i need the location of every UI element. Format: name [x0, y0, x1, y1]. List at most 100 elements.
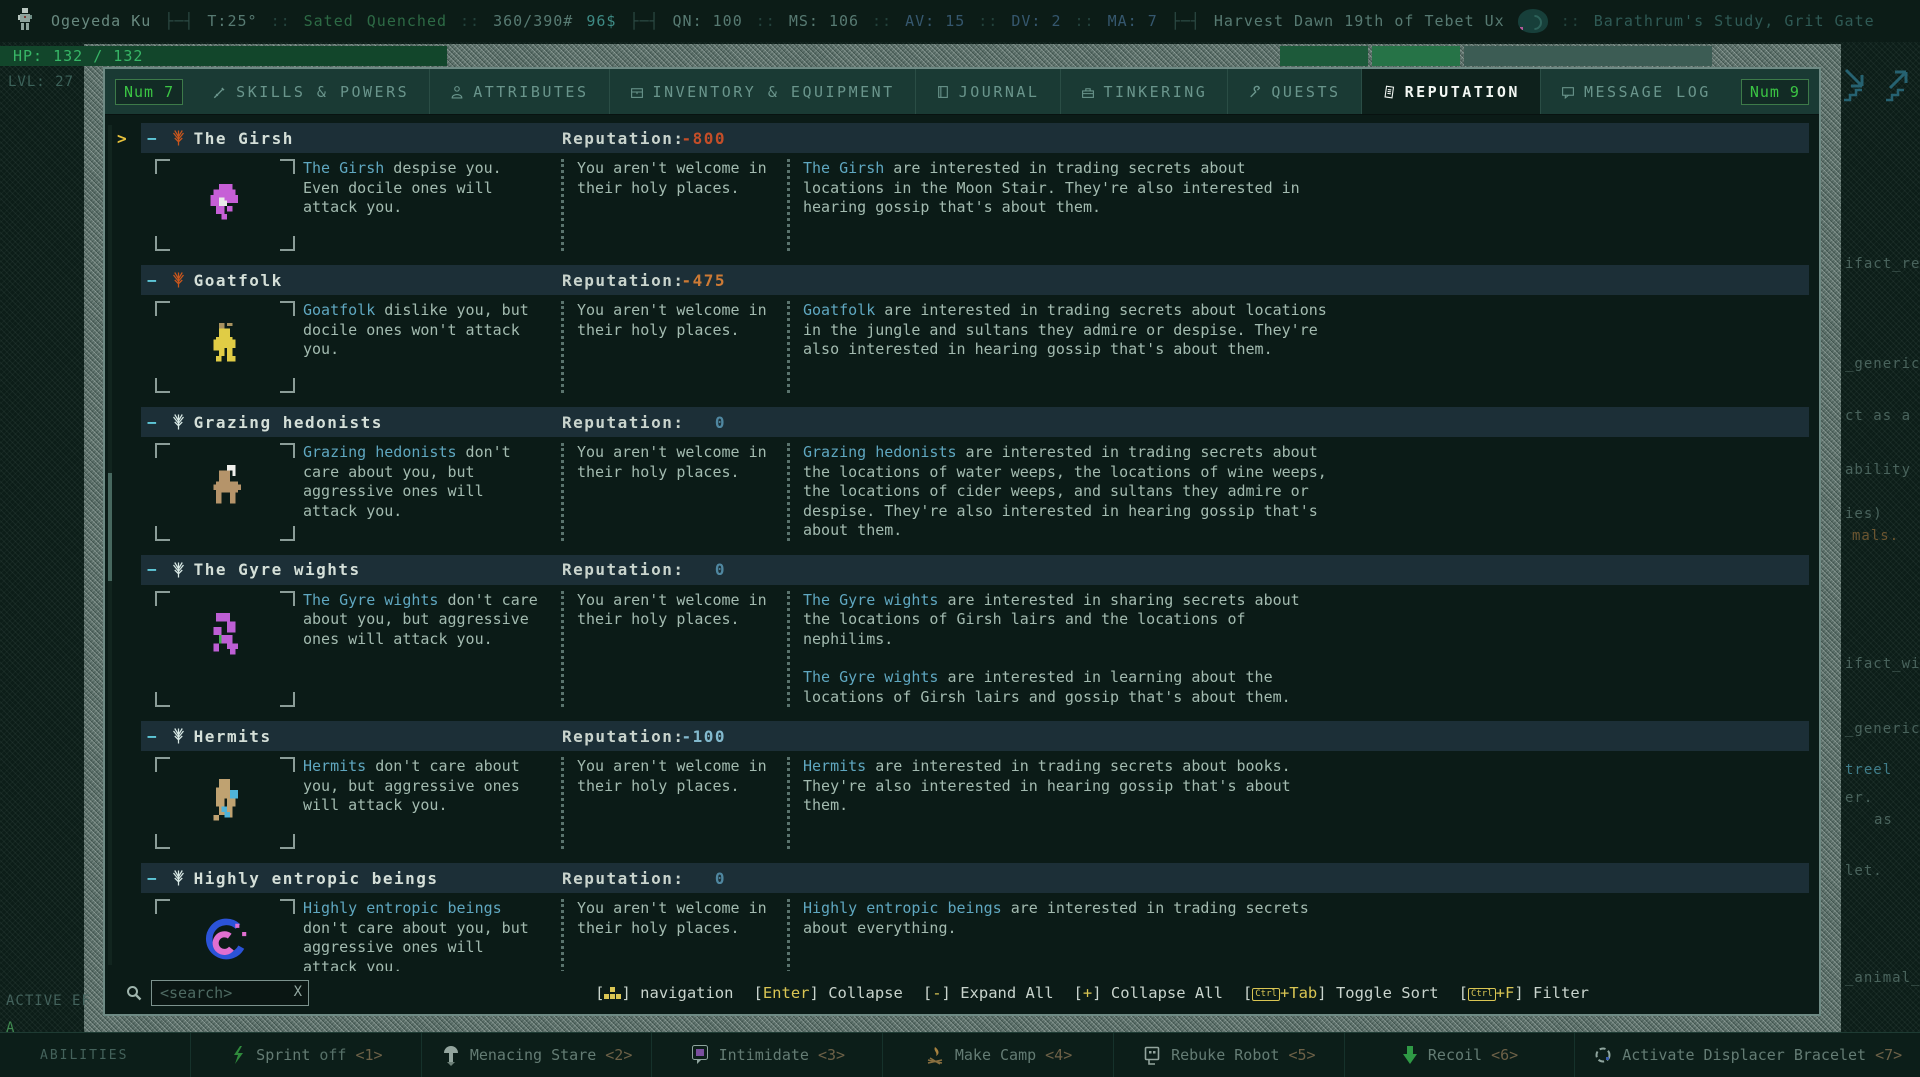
stat-bar-segment: [1372, 46, 1460, 66]
stat-av: AV: 15: [905, 12, 965, 30]
tab-inventory-equipment[interactable]: INVENTORY & EQUIPMENT: [609, 69, 915, 114]
search-input[interactable]: [151, 980, 309, 1006]
tab-tinkering[interactable]: TINKERING: [1060, 69, 1228, 114]
faction-portrait: [153, 899, 303, 982]
moon-phase-icon: [1518, 9, 1548, 33]
clear-search-button[interactable]: X: [294, 984, 302, 1000]
ability-activate-displacer-bracelet[interactable]: Activate Displacer Bracelet<7>: [1574, 1033, 1920, 1077]
carry-weight: 360/390#: [493, 12, 573, 30]
hint-expand-all: [-] Expand All: [923, 984, 1054, 1002]
faction-portrait: [153, 301, 303, 393]
faction-tree-icon: [171, 271, 186, 289]
grazing-hedonist-creature-sprite: [205, 461, 249, 513]
tab-message-log[interactable]: MESSAGE LOG: [1540, 69, 1731, 114]
ability-make-camp[interactable]: Make Camp<4>: [882, 1033, 1113, 1077]
faction-tree-icon: [171, 129, 186, 147]
hint-toggle-sort: [Ctrl+Tab] Toggle Sort: [1243, 984, 1439, 1002]
collapse-toggle[interactable]: −: [147, 413, 157, 432]
num7-hotkey-badge: Num 7: [115, 79, 183, 105]
stat-dv: DV: 2: [1011, 12, 1061, 30]
faction-list: ▲▲ > − The Girsh Reputation: -800: [105, 115, 1819, 982]
faction-name: Hermits: [194, 727, 272, 746]
tab-attributes[interactable]: ATTRIBUTES: [429, 69, 608, 114]
ability-sprint[interactable]: Sprintoff<1>: [190, 1033, 421, 1077]
status-sated: Sated: [304, 12, 354, 30]
bg-fragment: treel: [1845, 762, 1892, 778]
stairs-up-icon[interactable]: [1882, 66, 1914, 104]
collapse-toggle[interactable]: −: [147, 560, 157, 579]
faction-row: − The Gyre wights Reputation: 0: [141, 555, 1809, 716]
faction-name: Grazing hedonists: [194, 413, 383, 432]
faction-row: − Grazing hedonists Reputation: 0: [141, 407, 1809, 549]
faction-name: The Gyre wights: [194, 560, 361, 579]
ctrl-key-icon: Ctrl: [1468, 988, 1496, 1001]
hint-filter: [Ctrl+F] Filter: [1459, 984, 1589, 1002]
stat-ma: MA: 7: [1108, 12, 1158, 30]
reputation-value: 0: [641, 413, 726, 432]
sword-icon: [213, 85, 227, 99]
faction-header[interactable]: − Highly entropic beings Reputation: 0: [141, 863, 1809, 893]
collapse-toggle[interactable]: −: [147, 869, 157, 888]
collapse-toggle[interactable]: −: [147, 727, 157, 746]
gyre-wight-creature-sprite: [205, 609, 249, 661]
faction-interests: Hermits are interested in trading secret…: [787, 757, 1328, 849]
navpad-icon: [604, 987, 621, 1000]
collapse-toggle[interactable]: −: [147, 271, 157, 290]
scrollbar[interactable]: [108, 125, 112, 965]
bg-fragment: ifact_re: [1845, 256, 1920, 272]
ability-recoil[interactable]: Recoil<6>: [1344, 1033, 1575, 1077]
goatfolk-creature-sprite: [205, 319, 249, 371]
top-status-bar: Ogeyeda Ku ├─┤ T:25° :: Sated Quenched :…: [0, 0, 1920, 42]
player-sprite-icon: [12, 6, 38, 36]
bg-fragment: ifact_wi: [1845, 656, 1920, 672]
ability-rebuke-robot[interactable]: Rebuke Robot<5>: [1113, 1033, 1344, 1077]
faction-interests: The Gyre wights are interested in sharin…: [787, 591, 1328, 708]
faction-holy-status: You aren't welcome in their holy places.: [561, 757, 772, 849]
faction-row: − Goatfolk Reputation: -475: [141, 265, 1809, 401]
faction-interests: The Girsh are interested in trading secr…: [787, 159, 1328, 251]
status-quenched: Quenched: [367, 12, 447, 30]
faction-interests: Grazing hedonists are interested in trad…: [787, 443, 1328, 541]
faction-header[interactable]: − Grazing hedonists Reputation: 0: [141, 407, 1809, 437]
divider: ├─┤: [164, 12, 194, 30]
game-date: Harvest Dawn 19th of Tebet Ux: [1214, 12, 1505, 30]
stat-bar-segment: [1280, 46, 1368, 66]
faction-header[interactable]: > − The Girsh Reputation: -800: [141, 123, 1809, 153]
faction-holy-status: You aren't welcome in their holy places.: [561, 899, 772, 982]
displacer-bracelet-icon: [1593, 1045, 1613, 1065]
intimidate-icon: [690, 1043, 710, 1067]
bg-fragment: LVL: 27: [8, 74, 74, 90]
tab-skills-powers[interactable]: SKILLS & POWERS: [193, 69, 429, 114]
ctrl-key-icon: Ctrl: [1252, 988, 1280, 1001]
ability-menacing-stare[interactable]: Menacing Stare<2>: [421, 1033, 652, 1077]
bg-fragment: er.: [1845, 790, 1873, 806]
stat-qn: QN: 100: [673, 12, 743, 30]
stairs-down-icon[interactable]: [1840, 66, 1872, 104]
tab-quests[interactable]: QUESTS: [1227, 69, 1360, 114]
stat-bar-segment: [1464, 46, 1712, 66]
hint-collapse-all: [+] Collapse All: [1074, 984, 1223, 1002]
faction-feeling: The Girsh despise you. Even docile ones …: [303, 159, 543, 251]
make-camp-icon: [924, 1044, 946, 1066]
scrollbar-thumb[interactable]: [108, 473, 112, 581]
stat-ms: MS: 106: [789, 12, 859, 30]
reputation-value: -100: [641, 727, 726, 746]
faction-holy-status: You aren't welcome in their holy places.: [561, 159, 772, 251]
faction-header[interactable]: − The Gyre wights Reputation: 0: [141, 555, 1809, 585]
faction-feeling: Goatfolk dislike you, but docile ones wo…: [303, 301, 543, 393]
window-tab-bar: Num 7 SKILLS & POWERS ATTRIBUTES INVENTO…: [105, 69, 1819, 115]
ability-intimidate[interactable]: Intimidate<3>: [651, 1033, 882, 1077]
hint-navigation: [] navigation: [595, 984, 733, 1002]
faction-tree-icon: [171, 413, 186, 431]
tab-reputation[interactable]: REPUTATION: [1361, 69, 1540, 114]
faction-interests: Highly entropic beings are interested in…: [787, 899, 1328, 982]
collapse-toggle[interactable]: −: [147, 129, 157, 148]
faction-header[interactable]: − Hermits Reputation: -100: [141, 721, 1809, 751]
chat-icon: [1561, 85, 1575, 99]
faction-holy-status: You aren't welcome in their holy places.: [561, 591, 772, 708]
tab-journal[interactable]: JOURNAL: [915, 69, 1060, 114]
bg-fragment: ACTIVE EF: [6, 993, 91, 1009]
faction-header[interactable]: − Goatfolk Reputation: -475: [141, 265, 1809, 295]
scroll-icon: [1382, 85, 1396, 99]
reputation-window: Num 7 SKILLS & POWERS ATTRIBUTES INVENTO…: [103, 67, 1821, 1016]
